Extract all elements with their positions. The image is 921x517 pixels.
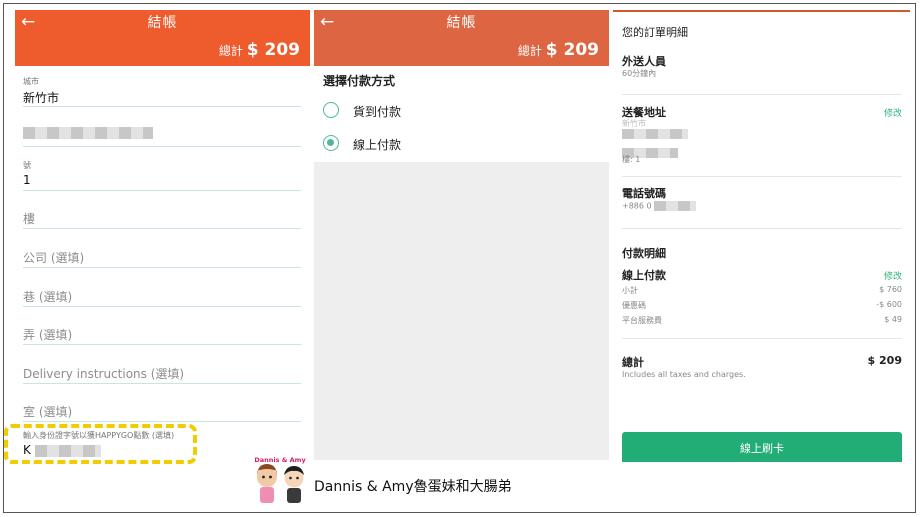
street-field[interactable] [23, 120, 301, 147]
divider [622, 176, 902, 177]
highlight-dashed-box [4, 424, 197, 464]
online-payment-radio[interactable] [323, 135, 339, 151]
coupon-value: -$ 600 [876, 300, 902, 309]
redacted-block [654, 201, 697, 211]
cash-on-delivery-radio[interactable] [323, 102, 339, 118]
page-title: 結帳 [446, 15, 477, 31]
payment-edit-link[interactable]: 修改 [884, 269, 902, 282]
number-label: 號 [23, 161, 31, 170]
lane-field[interactable]: 巷 (選填) [23, 288, 301, 307]
order-summary-panel: 您的訂單明細 外送人員 60分鐘內 送餐地址 修改 新竹市 樓: 1 電話號碼 … [613, 10, 910, 462]
payment-method-value: 線上付款 [622, 269, 666, 282]
payment-details-title: 付款明細 [622, 247, 666, 260]
delivery-instructions-field[interactable]: Delivery instructions (選填) [23, 365, 301, 384]
floor-field[interactable]: 樓 [23, 210, 301, 229]
checkout-header: ← 結帳 總計 $ 209 [15, 10, 310, 66]
alley-field[interactable]: 弄 (選填) [23, 326, 301, 345]
subtotal-value: $ 760 [879, 285, 902, 294]
grand-total-label: 總計 [622, 356, 644, 369]
address-edit-link[interactable]: 修改 [884, 106, 902, 119]
city-label: 城市 [23, 77, 39, 86]
watermark-logo-label: Dannis & Amy [254, 456, 306, 464]
company-field[interactable]: 公司 (選填) [23, 249, 301, 268]
checkout-header: ← 結帳 總計 $ 209 [314, 10, 609, 66]
floor-placeholder: 樓 [23, 212, 36, 226]
delivery-instructions-placeholder: Delivery instructions (選填) [23, 367, 185, 381]
cash-on-delivery-label[interactable]: 貨到付款 [353, 103, 401, 120]
payment-method-panel: ← 結帳 總計 $ 209 選擇付款方式 貨到付款 線上付款 [314, 10, 609, 460]
room-placeholder: 室 (選填) [23, 405, 73, 419]
redacted-block [622, 129, 688, 139]
total-amount: $ 209 [246, 40, 300, 60]
divider [622, 94, 902, 95]
watermark-logo-art: Dannis & Amy [254, 456, 306, 503]
redacted-block [23, 127, 153, 139]
tax-note: Includes all taxes and charges. [622, 370, 746, 379]
number-field[interactable]: 號 1 [23, 160, 301, 191]
page-title: 結帳 [147, 15, 178, 31]
delivery-time: 60分鐘內 [622, 69, 657, 78]
address-floor: 樓: 1 [622, 155, 641, 164]
grand-total-value: $ 209 [867, 354, 902, 367]
room-field[interactable]: 室 (選填) [23, 403, 301, 422]
phone-prefix: +886 0 [622, 201, 652, 211]
service-fee-label: 平台服務費 [622, 316, 662, 325]
total-amount: $ 209 [545, 40, 599, 60]
service-fee-value: $ 49 [884, 315, 902, 324]
company-placeholder: 公司 (選填) [23, 251, 85, 265]
city-field[interactable]: 城市 新竹市 [23, 76, 301, 107]
subtotal-label: 小計 [622, 286, 638, 295]
checkout-address-panel: ← 結帳 總計 $ 209 城市 新竹市 號 1 樓 公司 (選填) 巷 (選填… [15, 10, 310, 460]
online-payment-label[interactable]: 線上付款 [353, 136, 401, 153]
order-summary-title: 您的訂單明細 [622, 26, 688, 39]
total-label: 總計 [218, 44, 243, 58]
divider [622, 338, 902, 339]
payment-section-title: 選擇付款方式 [323, 74, 396, 88]
street-value-blurred [23, 120, 301, 143]
phone-label: 電話號碼 [622, 187, 666, 200]
city-value: 新竹市 [23, 91, 60, 105]
watermark-text: Dannis & Amy魯蛋妹和大腸弟 [314, 479, 512, 495]
total-label: 總計 [517, 44, 542, 58]
alley-placeholder: 弄 (選填) [23, 328, 73, 342]
lane-placeholder: 巷 (選填) [23, 290, 73, 304]
phone-value: +886 0 [622, 201, 697, 211]
divider [622, 228, 902, 229]
header-total: 總計 $ 209 [219, 40, 300, 60]
coupon-label: 優惠碼 [622, 301, 646, 310]
pay-online-button[interactable]: 線上刷卡 [622, 432, 902, 462]
header-total: 總計 $ 209 [518, 40, 599, 60]
delivery-label: 外送人員 [622, 55, 666, 68]
number-value: 1 [23, 173, 31, 187]
